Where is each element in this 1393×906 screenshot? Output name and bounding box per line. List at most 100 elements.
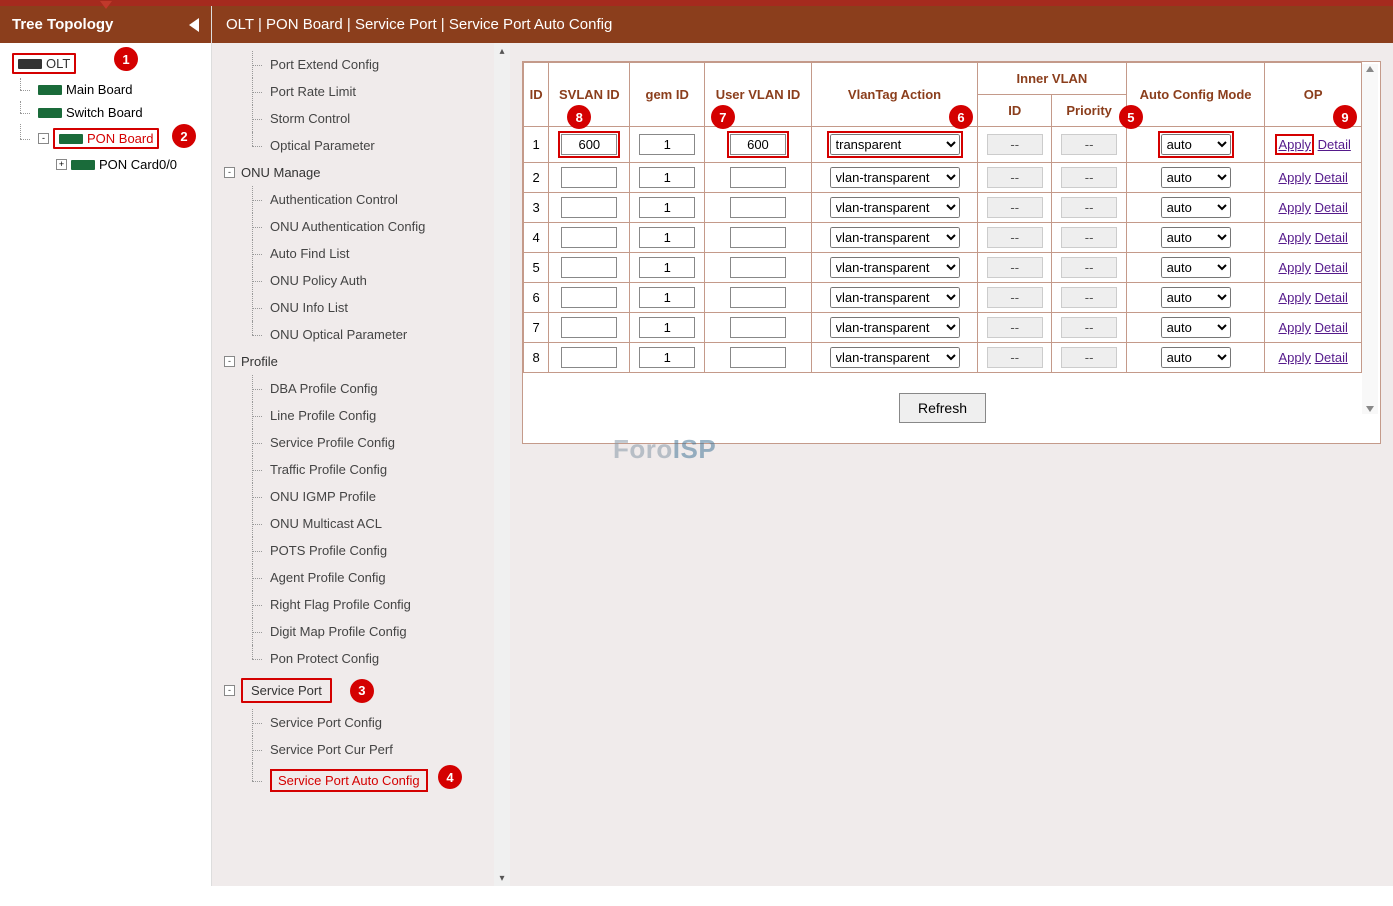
menu-item[interactable]: POTS Profile Config xyxy=(252,537,504,564)
expand-icon[interactable]: - xyxy=(38,133,49,144)
menu-item[interactable]: Storm Control xyxy=(252,105,504,132)
menu-item[interactable]: Port Rate Limit xyxy=(252,78,504,105)
scroll-up-icon[interactable] xyxy=(1366,66,1374,72)
detail-link[interactable]: Detail xyxy=(1315,230,1348,245)
expand-icon[interactable]: + xyxy=(56,159,67,170)
tree-node-olt[interactable]: OLT 1 xyxy=(4,49,207,78)
select-input[interactable]: auto xyxy=(1161,167,1231,188)
apply-link[interactable]: Apply xyxy=(1278,290,1311,305)
menu-item[interactable]: Service Port Cur Perf xyxy=(252,736,504,763)
menu-item[interactable]: Auto Find List xyxy=(252,240,504,267)
expand-icon[interactable]: - xyxy=(224,356,235,367)
menu-scrollbar[interactable]: ▴ ▾ xyxy=(494,43,510,886)
text-input[interactable] xyxy=(639,197,695,218)
text-input[interactable] xyxy=(561,197,617,218)
text-input[interactable] xyxy=(561,317,617,338)
menu-item[interactable]: Authentication Control xyxy=(252,186,504,213)
menu-item[interactable]: DBA Profile Config xyxy=(252,375,504,402)
apply-link[interactable]: Apply xyxy=(1278,230,1311,245)
menu-section-onu_manage[interactable]: -ONU Manage xyxy=(224,159,504,186)
select-input[interactable]: auto xyxy=(1161,134,1231,155)
collapse-left-icon[interactable] xyxy=(189,18,199,32)
text-input[interactable] xyxy=(561,134,617,155)
tree-node-main-board[interactable]: Main Board xyxy=(4,78,207,101)
menu-section-service_port[interactable]: -Service Port3 xyxy=(224,672,504,709)
text-input[interactable] xyxy=(639,227,695,248)
apply-link[interactable]: Apply xyxy=(1278,350,1311,365)
apply-link[interactable]: Apply xyxy=(1278,170,1311,185)
select-input[interactable]: transparentvlan-transparent xyxy=(830,287,960,308)
menu-item[interactable]: Service Port Auto Config4 xyxy=(252,763,504,798)
text-input[interactable] xyxy=(561,167,617,188)
scroll-down-icon[interactable]: ▾ xyxy=(494,870,510,886)
detail-link[interactable]: Detail xyxy=(1315,170,1348,185)
menu-item[interactable]: ONU Policy Auth xyxy=(252,267,504,294)
detail-link[interactable]: Detail xyxy=(1315,290,1348,305)
select-input[interactable]: auto xyxy=(1161,287,1231,308)
detail-link[interactable]: Detail xyxy=(1318,137,1351,152)
menu-item[interactable]: Right Flag Profile Config xyxy=(252,591,504,618)
scroll-up-icon[interactable]: ▴ xyxy=(494,43,510,59)
apply-link[interactable]: Apply xyxy=(1278,260,1311,275)
menu-item[interactable]: Port Extend Config xyxy=(252,51,504,78)
menu-item[interactable]: Digit Map Profile Config xyxy=(252,618,504,645)
select-input[interactable]: transparentvlan-transparent xyxy=(830,257,960,278)
expand-icon[interactable]: - xyxy=(224,167,235,178)
tree-node-pon-card[interactable]: +PON Card0/0 xyxy=(4,153,207,176)
text-input[interactable] xyxy=(639,317,695,338)
menu-section-profile[interactable]: -Profile xyxy=(224,348,504,375)
menu-item[interactable]: Agent Profile Config xyxy=(252,564,504,591)
apply-link[interactable]: Apply xyxy=(1278,200,1311,215)
menu-item[interactable]: ONU Optical Parameter xyxy=(252,321,504,348)
expand-icon[interactable]: - xyxy=(224,685,235,696)
select-input[interactable]: transparentvlan-transparent xyxy=(830,317,960,338)
text-input[interactable] xyxy=(561,347,617,368)
select-input[interactable]: transparentvlan-transparent xyxy=(830,197,960,218)
text-input[interactable] xyxy=(730,227,786,248)
text-input[interactable] xyxy=(639,287,695,308)
menu-item[interactable]: ONU Info List xyxy=(252,294,504,321)
select-input[interactable]: auto xyxy=(1161,317,1231,338)
select-input[interactable]: auto xyxy=(1161,197,1231,218)
menu-item[interactable]: Optical Parameter xyxy=(252,132,504,159)
text-input[interactable] xyxy=(730,257,786,278)
text-input[interactable] xyxy=(561,287,617,308)
menu-item[interactable]: ONU IGMP Profile xyxy=(252,483,504,510)
tree-node-switch-board[interactable]: Switch Board xyxy=(4,101,207,124)
text-input[interactable] xyxy=(730,287,786,308)
text-input[interactable] xyxy=(730,197,786,218)
select-input[interactable]: auto xyxy=(1161,227,1231,248)
menu-item[interactable]: Traffic Profile Config xyxy=(252,456,504,483)
scroll-down-icon[interactable] xyxy=(1366,406,1374,412)
detail-link[interactable]: Detail xyxy=(1315,350,1348,365)
menu-item[interactable]: Service Profile Config xyxy=(252,429,504,456)
text-input[interactable] xyxy=(561,257,617,278)
text-input[interactable] xyxy=(639,347,695,368)
text-input[interactable] xyxy=(561,227,617,248)
text-input[interactable] xyxy=(730,317,786,338)
select-input[interactable]: transparentvlan-transparent xyxy=(830,347,960,368)
menu-item[interactable]: Line Profile Config xyxy=(252,402,504,429)
detail-link[interactable]: Detail xyxy=(1315,320,1348,335)
select-input[interactable]: transparentvlan-transparent xyxy=(830,227,960,248)
text-input[interactable] xyxy=(730,167,786,188)
refresh-button[interactable]: Refresh xyxy=(899,393,986,423)
text-input[interactable] xyxy=(730,134,786,155)
menu-item[interactable]: ONU Authentication Config xyxy=(252,213,504,240)
select-input[interactable]: auto xyxy=(1161,257,1231,278)
text-input[interactable] xyxy=(639,257,695,278)
apply-link[interactable]: Apply xyxy=(1278,320,1311,335)
menu-item[interactable]: ONU Multicast ACL xyxy=(252,510,504,537)
select-input[interactable]: auto xyxy=(1161,347,1231,368)
select-input[interactable]: transparentvlan-transparent xyxy=(830,134,960,155)
table-scrollbar[interactable] xyxy=(1362,64,1378,414)
tree-node-pon-board[interactable]: - PON Board 2 xyxy=(4,124,207,153)
menu-item[interactable]: Service Port Config xyxy=(252,709,504,736)
detail-link[interactable]: Detail xyxy=(1315,260,1348,275)
detail-link[interactable]: Detail xyxy=(1315,200,1348,215)
text-input[interactable] xyxy=(730,347,786,368)
text-input[interactable] xyxy=(639,134,695,155)
menu-item[interactable]: Pon Protect Config xyxy=(252,645,504,672)
apply-link[interactable]: Apply xyxy=(1278,137,1311,152)
select-input[interactable]: transparentvlan-transparent xyxy=(830,167,960,188)
